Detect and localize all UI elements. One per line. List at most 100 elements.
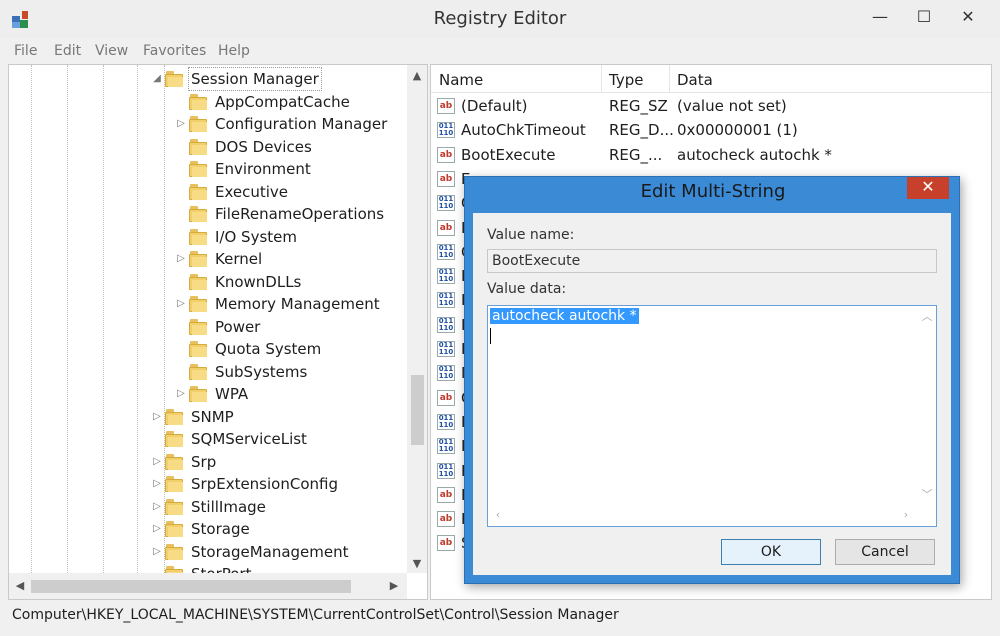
tree-vertical-scrollbar[interactable]: ▲ ▼ (407, 65, 427, 573)
scroll-down-arrow-icon[interactable]: ▼ (407, 555, 427, 573)
value-name-cell: AutoChkTimeout (461, 121, 586, 140)
value-data-textarea[interactable]: autocheck autochk * ︿ ﹀ ‹ › (487, 305, 937, 527)
binary-value-icon: 011 110 (437, 243, 455, 260)
dialog-close-button[interactable]: ✕ (907, 177, 949, 199)
expand-arrow-icon[interactable]: ▷ (151, 518, 163, 540)
value-row[interactable]: ab BootExecute REG_... autocheck autochk * (431, 143, 991, 167)
key-tree-pane[interactable]: ◢ Session Manager AppCompatCache ▷ Configura… (8, 64, 428, 600)
expand-arrow-icon[interactable]: ▷ (175, 293, 187, 315)
value-data-cell: autocheck autochk * (677, 145, 832, 164)
scroll-up-arrow-icon[interactable]: ▲ (407, 67, 427, 85)
folder-icon (189, 363, 209, 380)
folder-icon (189, 273, 209, 290)
textarea-horizontal-scrollbar[interactable]: ‹ › (488, 506, 920, 526)
close-button[interactable]: ✕ (946, 4, 990, 32)
tree-item-label: Quota System (215, 340, 322, 358)
folder-icon (165, 431, 185, 447)
folder-icon (165, 498, 185, 515)
binary-value-icon: 011 110 (437, 438, 455, 455)
folder-icon (189, 116, 209, 132)
column-header-type[interactable]: Type (609, 71, 643, 89)
folder-icon (189, 318, 209, 335)
binary-value-icon: 011 110 (437, 341, 455, 357)
scroll-right-arrow-icon[interactable]: ▶ (385, 577, 403, 595)
string-value-icon: ab (437, 389, 455, 406)
value-row[interactable]: ab (Default) REG_SZ (value not set) (431, 94, 991, 118)
tree-item-label: Srp (191, 452, 217, 471)
status-bar: Computer\HKEY_LOCAL_MACHINE\SYSTEM\Curre… (0, 601, 1000, 636)
scroll-down-arrow-icon[interactable]: ﹀ (919, 486, 935, 502)
expand-arrow-icon[interactable]: ▷ (151, 406, 163, 428)
menu-favorites[interactable]: Favorites (143, 43, 206, 59)
tree-item-label: DOS Devices (215, 137, 312, 156)
string-value-icon: ab (437, 535, 455, 552)
expand-arrow-icon[interactable]: ▷ (175, 383, 187, 405)
string-value-icon: ab (437, 98, 455, 114)
scrollbar-thumb[interactable] (411, 375, 424, 445)
expand-arrow-icon[interactable]: ▷ (175, 248, 187, 270)
expand-arrow-icon[interactable]: ▷ (175, 113, 187, 135)
value-name-label: Value name: (487, 227, 575, 243)
menu-edit[interactable]: Edit (54, 43, 81, 59)
scrollbar-thumb[interactable] (31, 580, 351, 593)
minimize-button[interactable]: — (858, 4, 902, 32)
folder-icon (165, 453, 185, 470)
menu-file[interactable]: File (14, 43, 37, 59)
column-divider[interactable] (601, 65, 602, 93)
folder-icon (165, 71, 185, 87)
binary-value-icon: 011 110 (437, 292, 455, 309)
binary-value-icon: 011 110 (437, 413, 455, 430)
menu-bar: File Edit View Favorites Help (0, 40, 1000, 64)
text-caret (490, 328, 491, 344)
column-divider[interactable] (669, 65, 670, 93)
window-title: Registry Editor (433, 8, 567, 29)
maximize-button[interactable]: ☐ (902, 4, 946, 32)
tree-item-label: AppCompatCache (215, 92, 350, 111)
value-data-label: Value data: (487, 281, 567, 297)
folder-icon (189, 296, 209, 312)
scroll-up-arrow-icon[interactable]: ︿ (919, 308, 935, 324)
folder-icon (189, 161, 209, 177)
tree-item-label: SrpExtensionConfig (191, 475, 338, 493)
column-header-name[interactable]: Name (439, 71, 483, 89)
expand-arrow-icon[interactable]: ▷ (151, 496, 163, 518)
current-key-path: Computer\HKEY_LOCAL_MACHINE\SYSTEM\Curre… (12, 607, 619, 623)
expand-arrow-icon[interactable]: ▷ (151, 451, 163, 473)
scroll-left-arrow-icon[interactable]: ◀ (11, 577, 29, 595)
value-name-cell: BootExecute (461, 145, 556, 164)
collapse-arrow-icon[interactable]: ◢ (151, 68, 163, 90)
value-row[interactable]: 011 110 AutoChkTimeout REG_D... 0x00000001 (… (431, 118, 991, 142)
menu-view[interactable]: View (95, 43, 128, 59)
column-header-data[interactable]: Data (677, 71, 713, 89)
tree-horizontal-scrollbar[interactable]: ◀ ▶ (9, 573, 407, 599)
scroll-left-arrow-icon[interactable]: ‹ (490, 508, 506, 521)
cancel-button[interactable]: Cancel (835, 539, 935, 565)
tree-item-label: Storage (191, 520, 250, 538)
scroll-right-arrow-icon[interactable]: › (898, 508, 914, 521)
menu-help[interactable]: Help (218, 43, 250, 59)
folder-icon (189, 206, 209, 222)
folder-icon (189, 138, 209, 155)
textarea-vertical-scrollbar[interactable]: ︿ ﹀ (918, 306, 936, 506)
tree-item-label: StillImage (191, 497, 266, 516)
value-type-cell: REG_... (609, 145, 663, 164)
folder-icon (165, 408, 185, 425)
tree-item-label: StorPort (191, 563, 251, 573)
folder-icon (165, 476, 185, 492)
ok-button[interactable]: OK (721, 539, 821, 565)
expand-arrow-icon[interactable]: ▷ (151, 473, 163, 495)
folder-icon (165, 521, 185, 537)
folder-icon (189, 386, 209, 402)
tree-item-label: WPA (215, 385, 249, 403)
string-value-icon: ab (437, 219, 455, 236)
title-bar: Registry Editor — ☐ ✕ (0, 0, 1000, 38)
folder-icon (189, 341, 209, 357)
value-type-cell: REG_SZ (609, 97, 668, 115)
tree-guide-line (103, 65, 104, 573)
expand-arrow-icon[interactable]: ▷ (151, 541, 163, 563)
tree-item-label: Configuration Manager (215, 115, 388, 133)
tree-guide-line (67, 65, 68, 573)
value-data-cell: 0x00000001 (1) (677, 121, 798, 140)
tree-item-label: KnownDLLs (215, 272, 302, 291)
value-data-cell: (value not set) (677, 97, 787, 115)
